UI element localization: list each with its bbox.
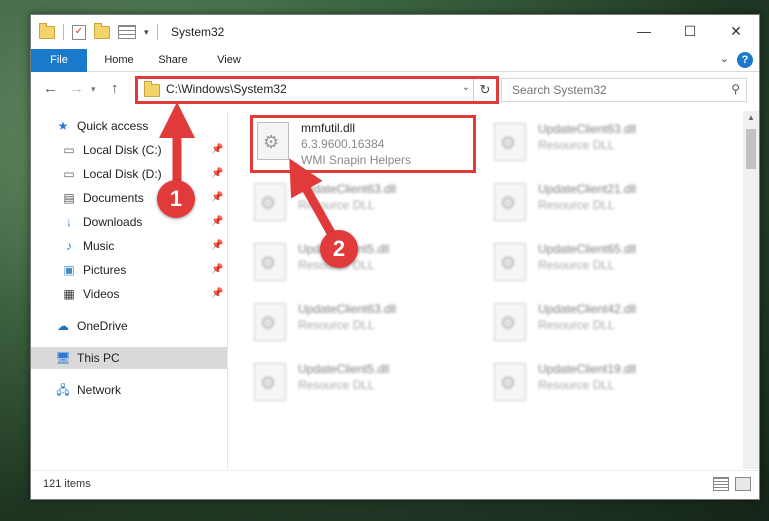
arrow-step-2 xyxy=(289,158,339,243)
step-1-badge: 1 xyxy=(157,180,195,218)
annotation-arrows xyxy=(159,102,339,243)
step-2-badge: 2 xyxy=(320,230,358,268)
